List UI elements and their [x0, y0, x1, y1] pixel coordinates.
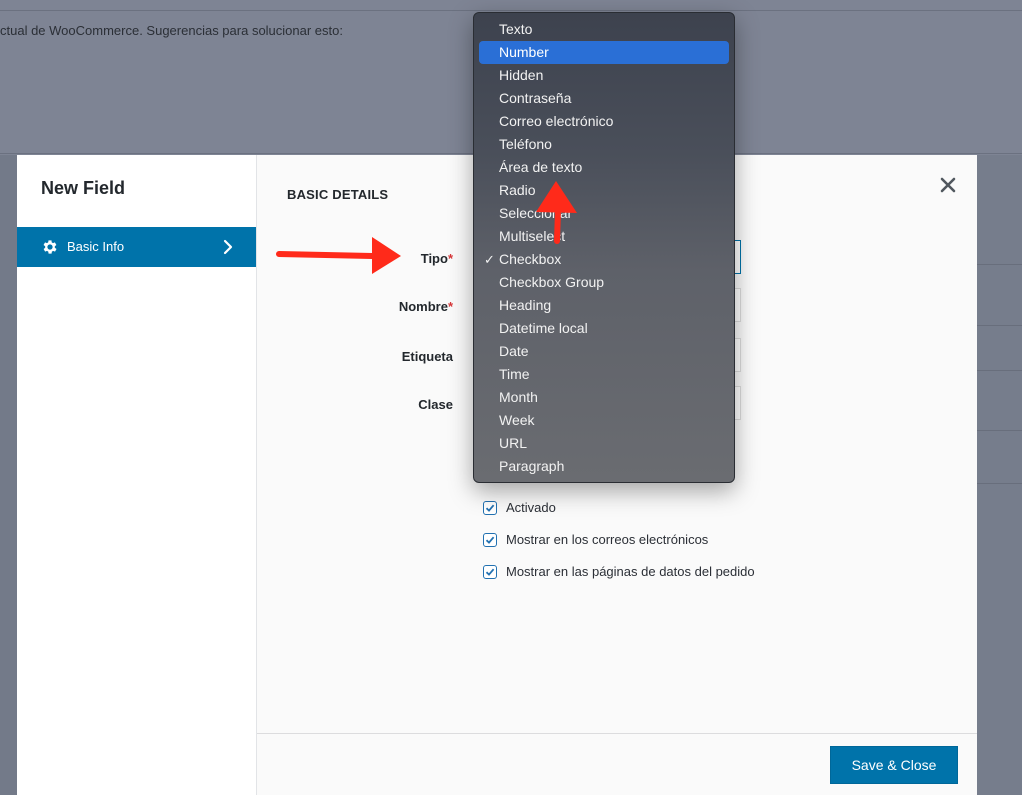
dropdown-option[interactable]: Teléfono: [479, 133, 729, 156]
dropdown-option[interactable]: URL: [479, 432, 729, 455]
background-notice-text: ctual de WooCommerce. Sugerencias para s…: [0, 23, 343, 38]
dropdown-option[interactable]: Time: [479, 363, 729, 386]
show-in-emails-checkbox[interactable]: [483, 533, 497, 547]
dropdown-option-label: Área de texto: [499, 159, 583, 175]
dropdown-option-label: Paragraph: [499, 458, 565, 474]
chevron-right-icon: [223, 239, 233, 255]
gear-icon: [43, 240, 57, 254]
dropdown-option[interactable]: Área de texto: [479, 156, 729, 179]
dropdown-option-label: Week: [499, 412, 535, 428]
etiqueta-label: Etiqueta: [401, 349, 453, 364]
dropdown-option-label: Checkbox: [499, 251, 562, 267]
dropdown-option-label: Hidden: [499, 67, 544, 83]
dropdown-option[interactable]: Datetime local: [479, 317, 729, 340]
selected-check-icon: ✓: [484, 252, 495, 267]
dropdown-option-label: Contraseña: [499, 90, 572, 106]
dropdown-option-label: Heading: [499, 297, 552, 313]
dropdown-option-label: Radio: [499, 182, 536, 198]
dropdown-option[interactable]: Seleccionar: [479, 202, 729, 225]
dropdown-option[interactable]: Correo electrónico: [479, 110, 729, 133]
dropdown-option[interactable]: Contraseña: [479, 87, 729, 110]
dropdown-option-label: Number: [499, 44, 549, 60]
save-close-button[interactable]: Save & Close: [830, 746, 958, 784]
dropdown-option[interactable]: Date: [479, 340, 729, 363]
dropdown-option-label: Time: [499, 366, 530, 382]
background-row-line: [977, 325, 1022, 326]
tipo-dropdown-menu: Texto Number Hidden Contraseña Correo electr…: [473, 12, 735, 483]
dropdown-option[interactable]: Week: [479, 409, 729, 432]
dropdown-option[interactable]: Radio: [479, 179, 729, 202]
dropdown-option[interactable]: Paragraph: [479, 455, 729, 478]
dropdown-option-label: URL: [499, 435, 528, 451]
clase-label: Clase: [418, 397, 453, 412]
nombre-label: Nombre*: [398, 299, 453, 314]
checkbox-label: Mostrar en las páginas de datos del pedi…: [506, 564, 755, 579]
checkmark-icon: [485, 504, 495, 512]
dropdown-option-label: Date: [499, 343, 529, 359]
checkmark-icon: [485, 536, 495, 544]
dropdown-option[interactable]: Heading: [479, 294, 729, 317]
tipo-label: Tipo*: [420, 251, 453, 266]
background-row-line: [977, 483, 1022, 484]
background-row-line: [977, 430, 1022, 431]
dropdown-option-label: Teléfono: [499, 136, 552, 152]
sidebar-item-basic-info[interactable]: Basic Info: [17, 227, 256, 267]
dropdown-option[interactable]: ✓ Checkbox: [479, 248, 729, 271]
modal-title: New Field: [41, 178, 126, 198]
dropdown-option-label: Checkbox Group: [499, 274, 605, 290]
background-row-line: [977, 264, 1022, 265]
close-icon[interactable]: [939, 176, 957, 194]
required-marker: *: [447, 251, 453, 266]
dropdown-option-label: Seleccionar: [499, 205, 573, 221]
background-divider: [0, 10, 1022, 11]
dropdown-option-label: Datetime local: [499, 320, 588, 336]
background-row-line: [977, 370, 1022, 371]
dropdown-option-label: Multiselect: [499, 228, 566, 244]
dropdown-option-label: Month: [499, 389, 538, 405]
modal-footer: Save & Close: [257, 733, 977, 795]
dropdown-option[interactable]: Checkbox Group: [479, 271, 729, 294]
dropdown-option[interactable]: Multiselect: [479, 225, 729, 248]
checkbox-label: Activado: [506, 500, 556, 515]
activado-checkbox[interactable]: [483, 501, 497, 515]
sidebar-item-label: Basic Info: [67, 239, 125, 254]
dropdown-option[interactable]: Hidden: [479, 64, 729, 87]
dropdown-option-label: Correo electrónico: [499, 113, 614, 129]
dropdown-option[interactable]: Month: [479, 386, 729, 409]
dropdown-option[interactable]: Texto: [479, 18, 729, 41]
show-in-order-pages-checkbox[interactable]: [483, 565, 497, 579]
checkmark-icon: [485, 568, 495, 576]
dropdown-option[interactable]: Number: [479, 41, 729, 64]
background-page-strip: [977, 155, 1022, 795]
modal-sidebar: New Field Basic Info: [17, 155, 257, 795]
required-marker: *: [447, 299, 453, 314]
dropdown-option-label: Texto: [499, 21, 533, 37]
section-title: BASIC DETAILS: [287, 187, 389, 202]
checkbox-label: Mostrar en los correos electrónicos: [506, 532, 709, 547]
